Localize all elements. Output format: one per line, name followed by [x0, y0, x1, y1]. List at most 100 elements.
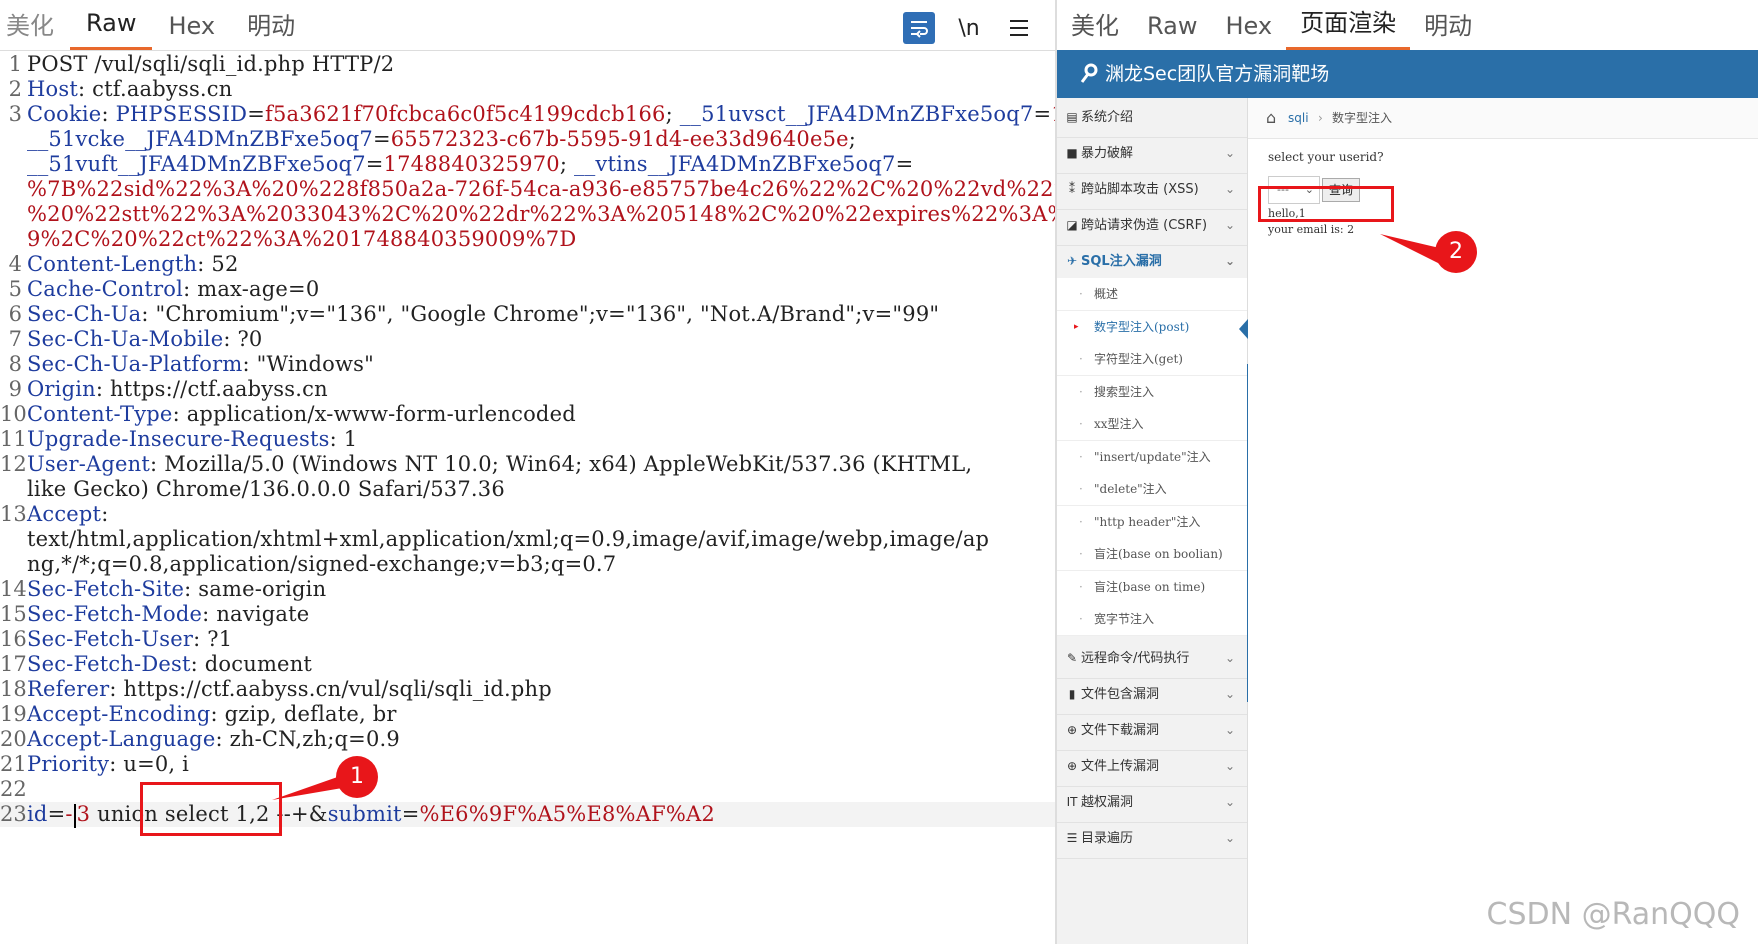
- sidebar-item[interactable]: IT 越权漏洞 ⌄: [1057, 783, 1247, 823]
- editor-line[interactable]: 10 Content-Type: application/x-www-form-u…: [0, 402, 1055, 427]
- editor-line[interactable]: 21 Priority: u=0, i: [0, 752, 1055, 777]
- request-tab-1[interactable]: Raw: [70, 3, 153, 50]
- editor-line[interactable]: text/html,application/xhtml+xml,applicat…: [0, 527, 1055, 552]
- editor-line[interactable]: 9 Origin: https://ctf.aabyss.cn: [0, 377, 1055, 402]
- editor-line[interactable]: 12 User-Agent: Mozilla/5.0 (Windows NT 10…: [0, 452, 1055, 477]
- line-code: Content-Type: application/x-www-form-url…: [27, 402, 576, 427]
- line-code: Accept:: [27, 502, 108, 527]
- sidebar-item[interactable]: ☰ 目录遍历 ⌄: [1057, 819, 1247, 859]
- editor-line[interactable]: 3 Cookie: PHPSESSID=f5a3621f70fcbca6c0f5c…: [0, 102, 1072, 127]
- editor-line[interactable]: 11 Upgrade-Insecure-Requests: 1: [0, 427, 1055, 452]
- editor-line[interactable]: 14 Sec-Fetch-Site: same-origin: [0, 577, 1055, 602]
- request-tab-2[interactable]: Hex: [152, 6, 231, 50]
- line-code: Referer: https://ctf.aabyss.cn/vul/sqli/…: [27, 677, 552, 702]
- submenu-item-label: xx型注入: [1094, 417, 1144, 431]
- sidebar-item[interactable]: ■ 暴力破解 ⌄: [1057, 134, 1247, 174]
- editor-line[interactable]: 20 Accept-Language: zh-CN,zh;q=0.9: [0, 727, 1055, 752]
- response-tab-1[interactable]: Raw: [1133, 6, 1211, 50]
- editor-line[interactable]: 13 Accept:: [0, 502, 1055, 527]
- menu-icon[interactable]: [1003, 12, 1035, 44]
- line-code: Cookie: PHPSESSID=f5a3621f70fcbca6c0f5c4…: [27, 102, 1072, 127]
- line-number: 12: [0, 452, 27, 476]
- home-icon[interactable]: ⌂: [1266, 98, 1276, 138]
- breadcrumb-root[interactable]: sqli: [1288, 98, 1309, 138]
- request-tab-0[interactable]: 美化: [0, 6, 70, 50]
- plain-text: : https://ctf.aabyss.cn: [95, 377, 328, 401]
- sidebar-item[interactable]: ⊕ 文件下载漏洞 ⌄: [1057, 711, 1247, 751]
- editor-line[interactable]: 5 Cache-Control: max-age=0: [0, 277, 1055, 302]
- sidebar-item-label: 远程命令/代码执行: [1081, 650, 1190, 666]
- submenu-item[interactable]: · 盲注(base on time): [1057, 570, 1247, 604]
- plain-text: : max-age=0: [183, 277, 320, 301]
- editor-line[interactable]: 8 Sec-Ch-Ua-Platform: "Windows": [0, 352, 1055, 377]
- submenu-item[interactable]: · 搜索型注入: [1057, 375, 1247, 409]
- plain-text: POST /vul/sqli/sqli_id.php HTTP/2: [27, 52, 395, 76]
- sidebar-item[interactable]: ▮ 文件包含漏洞 ⌄: [1057, 675, 1247, 715]
- line-number: 20: [0, 727, 27, 751]
- line-number: 4: [8, 252, 22, 276]
- submenu-item[interactable]: · 概述: [1057, 278, 1247, 311]
- editor-line[interactable]: 4 Content-Length: 52: [0, 252, 1055, 277]
- submenu-item-label: 字符型注入(get): [1094, 352, 1183, 366]
- submenu-item[interactable]: · 字符型注入(get): [1057, 343, 1247, 376]
- editor-line[interactable]: %20%22stt%22%3A%2033043%2C%20%22dr%22%3A…: [0, 202, 1257, 227]
- editor-line[interactable]: 17 Sec-Fetch-Dest: document: [0, 652, 1055, 677]
- response-tab-2[interactable]: Hex: [1211, 6, 1286, 50]
- submenu-item-label: 概述: [1094, 287, 1119, 301]
- submenu-item[interactable]: · xx型注入: [1057, 408, 1247, 441]
- editor-line[interactable]: like Gecko) Chrome/136.0.0.0 Safari/537.…: [0, 477, 1055, 502]
- editor-line[interactable]: 16 Sec-Fetch-User: ?1: [0, 627, 1055, 652]
- submenu-item[interactable]: · "delete"注入: [1057, 473, 1247, 506]
- sidebar-item[interactable]: ✈ SQL注入漏洞 ⌄: [1057, 242, 1247, 282]
- editor-line[interactable]: %7B%22sid%22%3A%20%228f850a2a-726f-54ca-…: [0, 177, 1213, 202]
- response-tab-3[interactable]: 页面渲染: [1286, 3, 1411, 50]
- editor-line[interactable]: 6 Sec-Ch-Ua: "Chromium";v="136", "Google …: [0, 302, 1055, 327]
- editor-line[interactable]: 15 Sec-Fetch-Mode: navigate: [0, 602, 1055, 627]
- editor-line[interactable]: 9%2C%20%22ct%22%3A%201748840359009%7D: [0, 227, 1055, 252]
- main-content: ⌂ sqli › 数字型注入 select your userid? --- ⌄…: [1248, 98, 1758, 944]
- submenu-item[interactable]: · "http header"注入: [1057, 505, 1247, 539]
- plain-text: : u=0, i: [109, 752, 190, 776]
- editor-line[interactable]: ng,*/*;q=0.8,application/signed-exchange…: [0, 552, 1055, 577]
- line-code: User-Agent: Mozilla/5.0 (Windows NT 10.0…: [27, 452, 972, 477]
- sidebar-item[interactable]: ▤ 系统介绍: [1057, 98, 1247, 138]
- sidebar-item-label: 文件下载漏洞: [1081, 722, 1160, 738]
- sidebar-item-icon: ■: [1066, 146, 1078, 160]
- line-number: 22: [0, 777, 27, 801]
- submenu-item[interactable]: · 盲注(base on boolian): [1057, 538, 1247, 571]
- sidebar-item[interactable]: ◪ 跨站请求伪造 (CSRF) ⌄: [1057, 206, 1247, 246]
- newline-toggle-button[interactable]: \n: [953, 12, 985, 44]
- response-tab-0[interactable]: 美化: [1057, 6, 1133, 50]
- sidebar-item[interactable]: ⊕ 文件上传漏洞 ⌄: [1057, 747, 1247, 787]
- word-wrap-icon[interactable]: [903, 12, 935, 44]
- plain-text: :: [101, 102, 116, 126]
- plain-text: : navigate: [202, 602, 310, 626]
- editor-line[interactable]: __51vcke__JFA4DMnZBFxe5oq7=65572323-c67b…: [0, 127, 1055, 152]
- request-tab-3[interactable]: 明动: [231, 6, 311, 50]
- app-title: 渊龙Sec团队官方漏洞靶场: [1105, 63, 1330, 85]
- plain-text: =: [372, 127, 391, 151]
- editor-line[interactable]: 7 Sec-Ch-Ua-Mobile: ?0: [0, 327, 1055, 352]
- tree-dash: ·: [1079, 514, 1083, 529]
- submenu-item[interactable]: · "insert/update"注入: [1057, 440, 1247, 474]
- param-value: 1748840325970: [383, 152, 560, 176]
- submenu-item[interactable]: ▸ 数字型注入(post): [1057, 310, 1248, 344]
- line-code: Sec-Fetch-Dest: document: [27, 652, 312, 677]
- sidebar-item-label: SQL注入漏洞: [1081, 254, 1162, 269]
- editor-line[interactable]: __51vuft__JFA4DMnZBFxe5oq7=1748840325970…: [0, 152, 1055, 177]
- sidebar-item-label: 暴力破解: [1081, 146, 1134, 161]
- editor-line[interactable]: 1 POST /vul/sqli/sqli_id.php HTTP/2: [0, 52, 1055, 77]
- editor-line[interactable]: 19 Accept-Encoding: gzip, deflate, br: [0, 702, 1055, 727]
- newline-label: \n: [958, 15, 980, 41]
- result-email: your email is: 2: [1268, 223, 1355, 236]
- active-marker-icon: ▸: [1074, 321, 1079, 332]
- response-tab-4[interactable]: 明动: [1410, 6, 1486, 50]
- submenu-item[interactable]: · 宽字节注入: [1057, 603, 1247, 636]
- editor-line[interactable]: 2 Host: ctf.aabyss.cn: [0, 77, 1055, 102]
- sidebar-item[interactable]: ⁑ 跨站脚本攻击 (XSS) ⌄: [1057, 170, 1247, 210]
- sidebar-item-label: 文件包含漏洞: [1081, 686, 1160, 702]
- sidebar-item[interactable]: ✎ 远程命令/代码执行 ⌄: [1057, 639, 1247, 679]
- header-key: Cache-Control: [27, 277, 184, 301]
- editor-line[interactable]: 18 Referer: https://ctf.aabyss.cn/vul/sql…: [0, 677, 1055, 702]
- header-key: Sec-Ch-Ua-Mobile: [27, 327, 224, 351]
